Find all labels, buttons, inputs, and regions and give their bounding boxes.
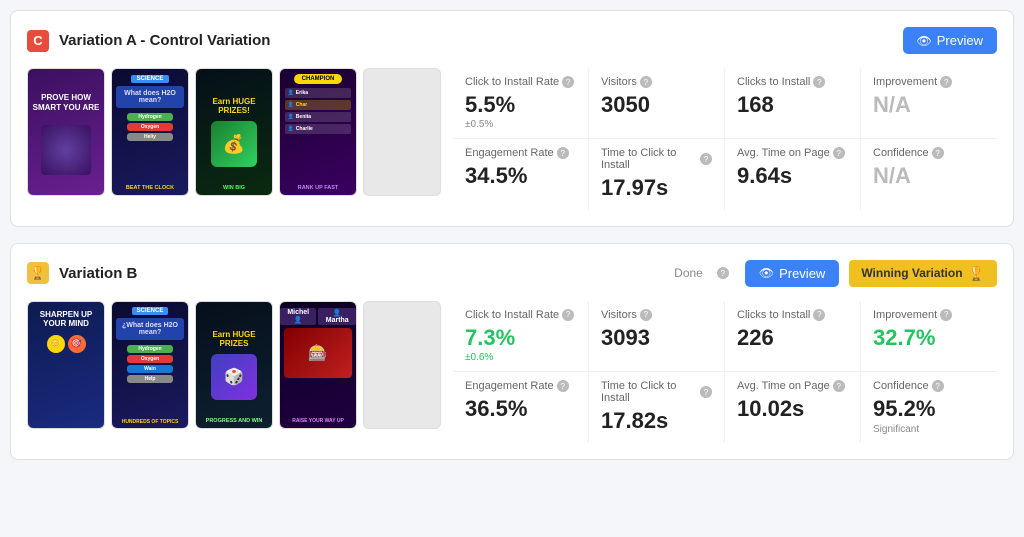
variation-a-icon: C	[27, 30, 49, 52]
screenshot-thumb-3: Earn HUGE PRIZES! 💰 WIN BIG	[195, 68, 273, 196]
metric-cell-confidence-b: Confidence ? 95.2% Significant	[861, 372, 997, 442]
metric-value-visitors-b: 3093	[601, 325, 712, 351]
question-icon-ctr-b[interactable]: ?	[562, 309, 574, 321]
metric-cell-atop-b: Avg. Time on Page ? 10.02s	[725, 372, 861, 442]
screenshot-b-thumb-2: SCIENCE ¿What does H2O mean? Hydrogen Ox…	[111, 301, 189, 429]
variation-b-title: Variation B	[59, 265, 664, 282]
eye-icon-b: 👁	[759, 266, 774, 280]
metric-sub-ctr-a: ±0.5%	[465, 119, 576, 130]
variation-b-metrics: Click to Install Rate ? 7.3% ±0.6% Visit…	[453, 301, 997, 443]
metric-cell-clicks-b: Clicks to Install ? 226	[725, 301, 861, 372]
variation-a-title: Variation A - Control Variation	[59, 32, 893, 49]
question-icon-engagement-b[interactable]: ?	[557, 380, 569, 392]
variation-a-card: C Variation A - Control Variation 👁 Prev…	[10, 10, 1014, 227]
question-icon-clicks-b[interactable]: ?	[813, 309, 825, 321]
question-icon-improvement-b[interactable]: ?	[940, 309, 952, 321]
metric-cell-visitors-a: Visitors ? 3050	[589, 68, 725, 139]
question-icon-visitors-a[interactable]: ?	[640, 76, 652, 88]
question-icon-clicks-a[interactable]: ?	[813, 76, 825, 88]
variation-b-body: SHARPEN UP YOUR MIND 🪙 🎯 SCIENCE ¿What d…	[27, 301, 997, 443]
metric-value-atop-b: 10.02s	[737, 396, 848, 422]
question-icon-done[interactable]: ?	[717, 267, 729, 279]
metric-value-improvement-b: 32.7%	[873, 325, 985, 351]
metric-value-ctr-b: 7.3%	[465, 325, 576, 351]
variation-a-screenshots: PROVE HOW SMART YOU ARE SCIENCE What doe…	[27, 68, 441, 196]
metric-value-confidence-a: N/A	[873, 163, 985, 189]
variation-a-body: PROVE HOW SMART YOU ARE SCIENCE What doe…	[27, 68, 997, 210]
question-icon-ttci-b[interactable]: ?	[700, 386, 712, 398]
metric-value-engagement-a: 34.5%	[465, 163, 576, 189]
question-icon-confidence-b[interactable]: ?	[932, 380, 944, 392]
metric-sub-ctr-b: ±0.6%	[465, 352, 576, 363]
metric-cell-visitors-b: Visitors ? 3093	[589, 301, 725, 372]
metric-cell-confidence-a: Confidence ? N/A	[861, 139, 997, 209]
screenshot-b-thumb-3: Earn HUGE PRIZES 🎲 PROGRESS AND WIN	[195, 301, 273, 429]
metric-value-ctr-a: 5.5%	[465, 92, 576, 118]
metric-value-engagement-b: 36.5%	[465, 396, 576, 422]
metric-value-atop-a: 9.64s	[737, 163, 848, 189]
screenshot-b-thumb-4: Michel 👤 👤 Martha 🎰 RAISE YOUR WAY UP	[279, 301, 357, 429]
variation-b-icon: 🏆	[27, 262, 49, 284]
variation-b-card: 🏆 Variation B Done ? 👁 Preview Winning V…	[10, 243, 1014, 460]
question-icon-ttci-a[interactable]: ?	[700, 153, 712, 165]
metric-value-confidence-b: 95.2%	[873, 396, 985, 422]
variation-b-preview-button[interactable]: 👁 Preview	[745, 260, 839, 287]
eye-icon: 👁	[917, 34, 932, 48]
metric-value-visitors-a: 3050	[601, 92, 712, 118]
metric-cell-improvement-a: Improvement ? N/A	[861, 68, 997, 139]
question-icon-atop-b[interactable]: ?	[833, 380, 845, 392]
metric-value-clicks-a: 168	[737, 92, 848, 118]
screenshot-thumb-2: SCIENCE What does H2O mean? Hydrogen Oxy…	[111, 68, 189, 196]
metric-cell-ttci-a: Time to Click to Install ? 17.97s	[589, 139, 725, 209]
metric-value-ttci-a: 17.97s	[601, 175, 712, 201]
metric-cell-ttci-b: Time to Click to Install ? 17.82s	[589, 372, 725, 442]
metric-cell-engagement-b: Engagement Rate ? 36.5%	[453, 372, 589, 442]
question-icon-engagement-a[interactable]: ?	[557, 147, 569, 159]
done-badge: Done	[674, 266, 703, 280]
question-icon-improvement-a[interactable]: ?	[940, 76, 952, 88]
question-icon[interactable]: ?	[562, 76, 574, 88]
variation-a-preview-button[interactable]: 👁 Preview	[903, 27, 997, 54]
metric-cell-improvement-b: Improvement ? 32.7%	[861, 301, 997, 372]
screenshot-thumb-1: PROVE HOW SMART YOU ARE	[27, 68, 105, 196]
metric-value-ttci-b: 17.82s	[601, 408, 712, 434]
metric-cell-clicks-a: Clicks to Install ? 168	[725, 68, 861, 139]
metric-cell-ctr-a: Click to Install Rate ? 5.5% ±0.5%	[453, 68, 589, 139]
screenshot-placeholder-b	[363, 301, 441, 429]
screenshot-placeholder-a	[363, 68, 441, 196]
variation-b-screenshots: SHARPEN UP YOUR MIND 🪙 🎯 SCIENCE ¿What d…	[27, 301, 441, 429]
variation-a-metrics: Click to Install Rate ? 5.5% ±0.5% Visit…	[453, 68, 997, 210]
screenshot-b-thumb-1: SHARPEN UP YOUR MIND 🪙 🎯	[27, 301, 105, 429]
winning-variation-badge: Winning Variation 🏆	[849, 260, 997, 287]
variation-a-header: C Variation A - Control Variation 👁 Prev…	[27, 27, 997, 54]
trophy-icon: 🏆	[968, 265, 985, 282]
metric-value-improvement-a: N/A	[873, 92, 985, 118]
metric-cell-ctr-b: Click to Install Rate ? 7.3% ±0.6%	[453, 301, 589, 372]
variation-b-header: 🏆 Variation B Done ? 👁 Preview Winning V…	[27, 260, 997, 287]
winning-label: Winning Variation	[861, 266, 962, 280]
question-icon-confidence-a[interactable]: ?	[932, 147, 944, 159]
metric-cell-atop-a: Avg. Time on Page ? 9.64s	[725, 139, 861, 209]
metric-cell-engagement-a: Engagement Rate ? 34.5%	[453, 139, 589, 209]
metric-sub-confidence-b: Significant	[873, 424, 985, 435]
question-icon-visitors-b[interactable]: ?	[640, 309, 652, 321]
metric-value-clicks-b: 226	[737, 325, 848, 351]
screenshot-thumb-4: CHAMPION 👤 Erika 👤 Char 👤 Benita 👤 Charl…	[279, 68, 357, 196]
question-icon-atop-a[interactable]: ?	[833, 147, 845, 159]
